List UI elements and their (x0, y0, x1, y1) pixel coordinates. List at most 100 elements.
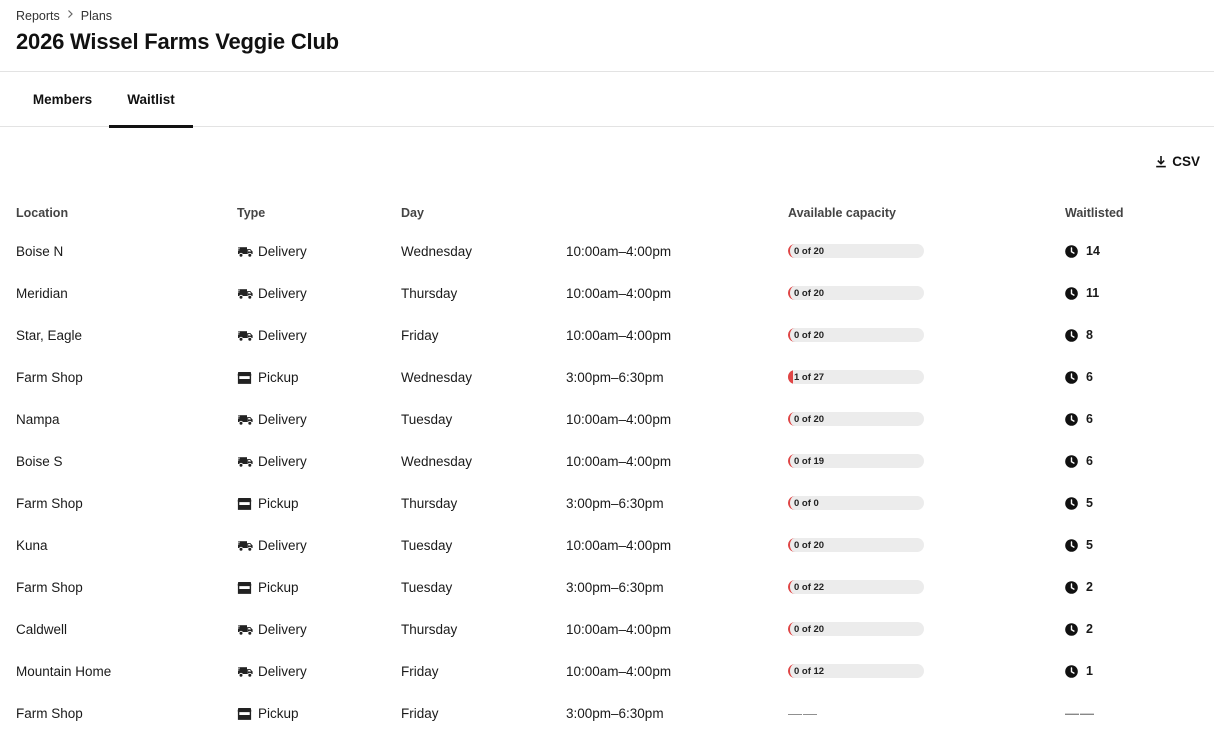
truck-icon (237, 328, 254, 342)
day-cell: Friday (401, 327, 439, 343)
location-cell: Boise S (16, 453, 63, 469)
table-row[interactable]: Mountain Home Delivery Friday 10:00am–4:… (0, 650, 1214, 692)
location-cell: Nampa (16, 411, 60, 427)
waitlisted-cell: —— (1065, 692, 1095, 734)
table-row[interactable]: Star, Eagle Delivery Friday 10:00am–4:00… (0, 314, 1214, 356)
capacity-progress-bar: 0 of 20 (788, 244, 924, 258)
type-label: Pickup (258, 705, 299, 721)
day-cell: Tuesday (401, 537, 453, 553)
table-row[interactable]: Caldwell Delivery Thursday 10:00am–4:00p… (0, 608, 1214, 650)
clock-icon (1065, 412, 1078, 426)
clock-icon (1065, 244, 1078, 258)
time-cell: 10:00am–4:00pm (566, 537, 672, 553)
capacity-cell: 0 of 20 (788, 398, 924, 440)
csv-download-button[interactable]: CSV (1155, 152, 1200, 170)
table-row[interactable]: Nampa Delivery Tuesday 10:00am–4:00pm 0 … (0, 398, 1214, 440)
capacity-label: 0 of 20 (794, 287, 825, 299)
type-cell: Delivery (237, 272, 307, 314)
type-label: Delivery (258, 621, 307, 637)
location-cell: Kuna (16, 537, 48, 553)
table-row[interactable]: Boise N Delivery Wednesday 10:00am–4:00p… (0, 230, 1214, 272)
breadcrumb: Reports Plans (16, 9, 112, 23)
tab-bar: Members Waitlist (0, 72, 1214, 128)
waitlisted-count: 2 (1086, 622, 1093, 636)
truck-icon (237, 244, 254, 258)
location-cell: Farm Shop (16, 369, 83, 385)
column-header-available-capacity[interactable]: Available capacity (788, 206, 896, 220)
truck-icon (237, 412, 254, 426)
breadcrumb-reports-link[interactable]: Reports (16, 9, 60, 23)
clock-icon (1065, 664, 1078, 678)
waitlisted-count: 1 (1086, 664, 1093, 678)
time-cell: 10:00am–4:00pm (566, 285, 672, 301)
clock-icon (1065, 622, 1078, 636)
location-cell: Farm Shop (16, 705, 83, 721)
capacity-progress-bar: 0 of 19 (788, 454, 924, 468)
waitlisted-count: 5 (1086, 538, 1093, 552)
location-cell: Farm Shop (16, 495, 83, 511)
waitlisted-cell: 5 (1065, 524, 1093, 566)
time-cell: 3:00pm–6:30pm (566, 705, 664, 721)
capacity-progress-fill (788, 370, 793, 384)
day-cell: Friday (401, 705, 439, 721)
day-cell: Wednesday (401, 369, 473, 385)
capacity-label: 0 of 20 (794, 245, 825, 257)
storefront-icon (237, 706, 254, 720)
table-row[interactable]: Kuna Delivery Tuesday 10:00am–4:00pm 0 o… (0, 524, 1214, 566)
table-row[interactable]: Farm Shop Pickup Wednesday 3:00pm–6:30pm… (0, 356, 1214, 398)
capacity-cell: 0 of 20 (788, 230, 924, 272)
clock-icon (1065, 328, 1078, 342)
chevron-right-icon (67, 10, 74, 22)
waitlisted-cell: 14 (1065, 230, 1100, 272)
waitlisted-empty-dash: —— (1065, 705, 1095, 721)
clock-icon (1065, 370, 1078, 384)
type-cell: Delivery (237, 230, 307, 272)
storefront-icon (237, 496, 254, 510)
location-cell: Farm Shop (16, 579, 83, 595)
table-row[interactable]: Boise S Delivery Wednesday 10:00am–4:00p… (0, 440, 1214, 482)
capacity-label: 0 of 20 (794, 623, 825, 635)
location-cell: Meridian (16, 285, 68, 301)
time-cell: 10:00am–4:00pm (566, 453, 672, 469)
type-label: Delivery (258, 243, 307, 259)
capacity-progress-bar: 0 of 20 (788, 538, 924, 552)
type-label: Delivery (258, 537, 307, 553)
clock-icon (1065, 496, 1078, 510)
table-row[interactable]: Farm Shop Pickup Thursday 3:00pm–6:30pm … (0, 482, 1214, 524)
time-cell: 3:00pm–6:30pm (566, 579, 664, 595)
tab-waitlist[interactable]: Waitlist (109, 72, 193, 128)
breadcrumb-plans-link[interactable]: Plans (81, 9, 112, 23)
column-header-waitlisted[interactable]: Waitlisted (1065, 206, 1124, 220)
column-header-location[interactable]: Location (16, 206, 68, 220)
capacity-progress-bar: 0 of 12 (788, 664, 924, 678)
time-cell: 10:00am–4:00pm (566, 663, 672, 679)
table-row[interactable]: Farm Shop Pickup Tuesday 3:00pm–6:30pm 0… (0, 566, 1214, 608)
capacity-cell: 1 of 27 (788, 356, 924, 398)
csv-button-label: CSV (1172, 153, 1200, 169)
day-cell: Wednesday (401, 453, 473, 469)
capacity-label: 1 of 27 (794, 371, 825, 383)
table-row[interactable]: Meridian Delivery Thursday 10:00am–4:00p… (0, 272, 1214, 314)
waitlisted-cell: 5 (1065, 482, 1093, 524)
location-cell: Boise N (16, 243, 64, 259)
type-cell: Pickup (237, 566, 299, 608)
table-row[interactable]: Farm Shop Pickup Friday 3:00pm–6:30pm ——… (0, 692, 1214, 734)
waitlisted-count: 14 (1086, 244, 1100, 258)
type-cell: Delivery (237, 650, 307, 692)
type-label: Delivery (258, 285, 307, 301)
capacity-progress-bar: 1 of 27 (788, 370, 924, 384)
type-label: Delivery (258, 411, 307, 427)
truck-icon (237, 286, 254, 300)
location-cell: Caldwell (16, 621, 68, 637)
type-cell: Delivery (237, 398, 307, 440)
day-cell: Wednesday (401, 243, 473, 259)
day-cell: Thursday (401, 621, 458, 637)
waitlisted-count: 6 (1086, 454, 1093, 468)
tab-members[interactable]: Members (16, 72, 109, 127)
type-label: Delivery (258, 663, 307, 679)
column-header-type[interactable]: Type (237, 206, 265, 220)
type-cell: Delivery (237, 440, 307, 482)
capacity-progress-bar: 0 of 22 (788, 580, 924, 594)
column-header-day[interactable]: Day (401, 206, 424, 220)
capacity-empty-dash: —— (788, 705, 818, 721)
